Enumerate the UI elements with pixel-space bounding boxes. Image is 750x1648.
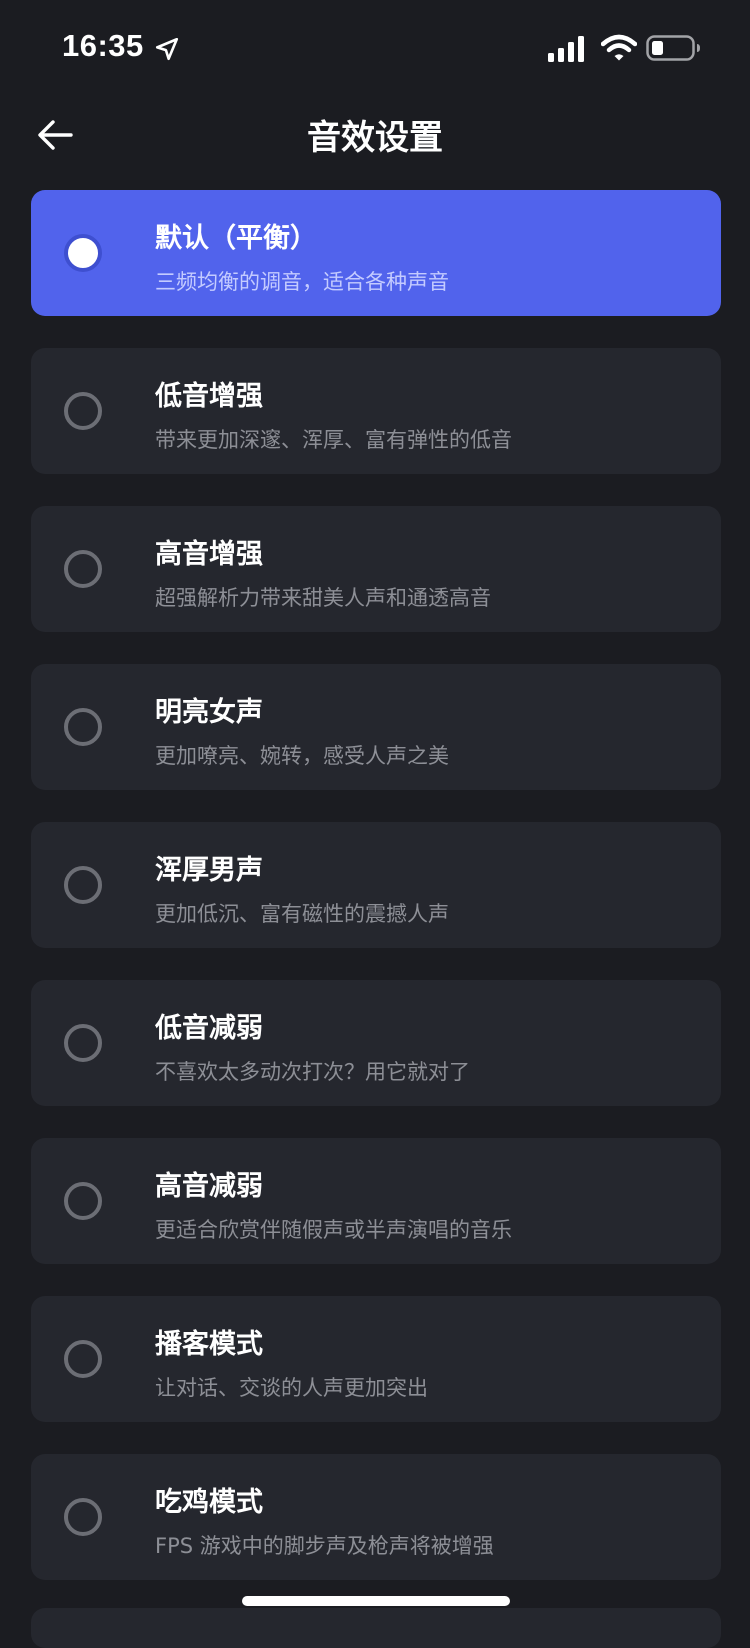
preset-description: 更适合欣赏伴随假声或半声演唱的音乐: [155, 1218, 512, 1242]
navigation-bar: 音效设置: [0, 96, 750, 186]
location-arrow-icon: [155, 37, 179, 61]
cellular-signal-icon: [548, 36, 584, 62]
preset-bass-boost[interactable]: 低音增强 带来更加深邃、浑厚、富有弹性的低音: [31, 348, 721, 474]
wifi-icon: [601, 34, 637, 61]
preset-description: 更加嘹亮、婉转，感受人声之美: [155, 744, 449, 768]
radio-unselected-icon: [64, 392, 102, 430]
preset-bright-female-vocal[interactable]: 明亮女声 更加嘹亮、婉转，感受人声之美: [31, 664, 721, 790]
preset-default-balanced[interactable]: 默认（平衡） 三频均衡的调音，适合各种声音: [31, 190, 721, 316]
radio-unselected-icon: [64, 1340, 102, 1378]
radio-unselected-icon: [64, 1182, 102, 1220]
preset-name: 低音减弱: [155, 1013, 263, 1044]
preset-description: FPS 游戏中的脚步声及枪声将被增强: [155, 1534, 494, 1558]
page-title: 音效设置: [307, 118, 443, 158]
radio-selected-icon: [64, 234, 102, 272]
radio-unselected-icon: [64, 866, 102, 904]
preset-name: 高音减弱: [155, 1171, 263, 1202]
preset-treble-reduce[interactable]: 高音减弱 更适合欣赏伴随假声或半声演唱的音乐: [31, 1138, 721, 1264]
radio-unselected-icon: [64, 550, 102, 588]
preset-description: 超强解析力带来甜美人声和通透高音: [155, 586, 491, 610]
radio-unselected-icon: [64, 1498, 102, 1536]
preset-description: 更加低沉、富有磁性的震撼人声: [155, 902, 449, 926]
next-preset-card-partial[interactable]: [31, 1608, 721, 1648]
preset-podcast-mode[interactable]: 播客模式 让对话、交谈的人声更加突出: [31, 1296, 721, 1422]
radio-unselected-icon: [64, 708, 102, 746]
preset-description: 不喜欢太多动次打次？用它就对了: [155, 1060, 470, 1084]
preset-name: 吃鸡模式: [155, 1487, 263, 1518]
preset-gaming-mode[interactable]: 吃鸡模式 FPS 游戏中的脚步声及枪声将被增强: [31, 1454, 721, 1580]
status-time: 16:35: [62, 28, 144, 63]
preset-description: 让对话、交谈的人声更加突出: [155, 1376, 428, 1400]
preset-name: 高音增强: [155, 539, 263, 570]
home-indicator[interactable]: [242, 1596, 510, 1606]
preset-description: 三频均衡的调音，适合各种声音: [155, 270, 449, 294]
preset-deep-male-vocal[interactable]: 浑厚男声 更加低沉、富有磁性的震撼人声: [31, 822, 721, 948]
radio-unselected-icon: [64, 1024, 102, 1062]
battery-icon: [646, 35, 700, 61]
status-bar: 16:35: [0, 0, 750, 96]
preset-name: 默认（平衡）: [155, 223, 317, 254]
preset-treble-boost[interactable]: 高音增强 超强解析力带来甜美人声和通透高音: [31, 506, 721, 632]
preset-description: 带来更加深邃、浑厚、富有弹性的低音: [155, 428, 512, 452]
preset-name: 浑厚男声: [155, 855, 263, 886]
preset-name: 明亮女声: [155, 697, 263, 728]
preset-name: 播客模式: [155, 1329, 263, 1360]
sound-effect-list: 默认（平衡） 三频均衡的调音，适合各种声音 低音增强 带来更加深邃、浑厚、富有弹…: [31, 190, 721, 1612]
preset-bass-reduce[interactable]: 低音减弱 不喜欢太多动次打次？用它就对了: [31, 980, 721, 1106]
preset-name: 低音增强: [155, 381, 263, 412]
